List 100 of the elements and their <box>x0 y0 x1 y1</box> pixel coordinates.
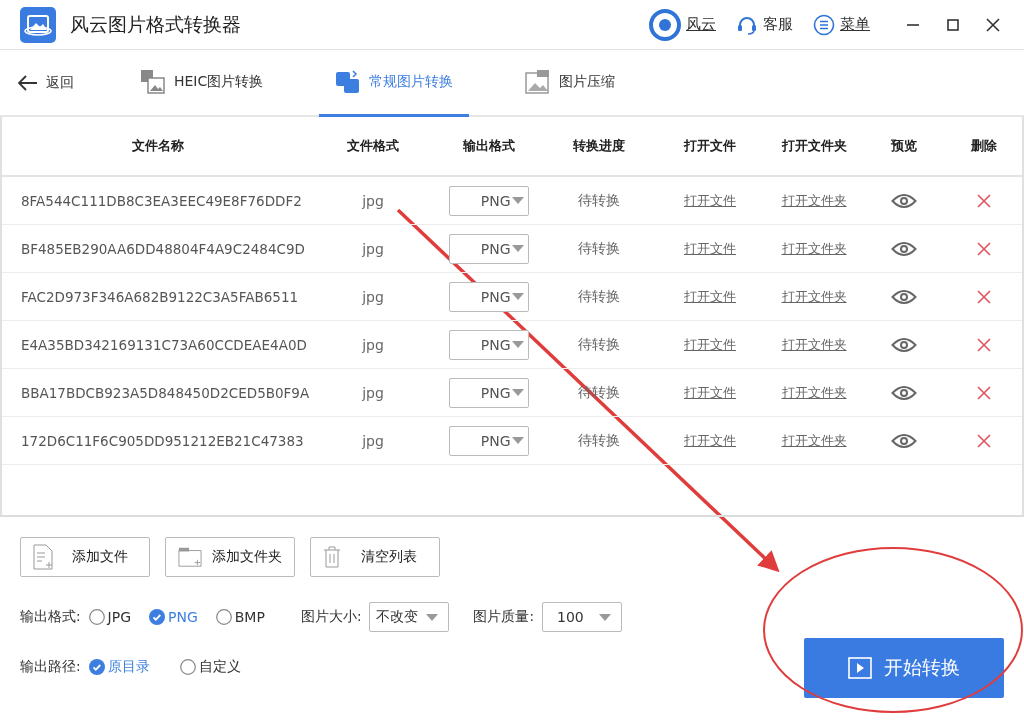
radio-icon <box>88 609 105 625</box>
file-format: jpg <box>362 288 384 305</box>
caret-icon <box>426 613 439 621</box>
file-name: BBA17BDCB923A5D848450D2CED5B0F9A <box>20 384 311 401</box>
add-file-icon <box>33 544 53 570</box>
file-name: BF485EB290AA6DD48804F4A9C2484C9D <box>20 240 306 257</box>
support-link[interactable]: 客服 <box>736 13 793 36</box>
path-radio[interactable]: 原目录 <box>88 658 150 676</box>
column-header: 预览 <box>890 137 917 155</box>
radio-icon <box>215 609 232 625</box>
option-label: 图片大小: <box>300 608 362 626</box>
column-header: 文件格式 <box>347 137 399 155</box>
open-file-link[interactable]: 打开文件 <box>684 383 736 402</box>
progress-status: 待转换 <box>578 287 620 306</box>
output-format-select[interactable]: PNG <box>448 281 529 312</box>
format-radio[interactable]: JPG <box>88 609 131 625</box>
open-folder-link[interactable]: 打开文件夹 <box>781 287 847 306</box>
option-label: 图片质量: <box>473 608 534 626</box>
file-format: jpg <box>362 240 384 257</box>
delete-button[interactable] <box>976 433 991 448</box>
delete-button[interactable] <box>976 193 991 208</box>
preview-button[interactable] <box>890 383 917 402</box>
menu-link[interactable]: 菜单 <box>813 13 870 36</box>
delete-button[interactable] <box>976 337 991 352</box>
delete-button[interactable] <box>976 241 991 256</box>
caret-icon <box>599 613 611 621</box>
delete-button[interactable] <box>976 385 991 400</box>
output-format-select[interactable]: PNG <box>448 377 529 408</box>
play-icon <box>848 657 872 679</box>
maximize-icon <box>946 17 960 32</box>
back-button[interactable]: 返回 <box>18 50 74 115</box>
progress-status: 待转换 <box>578 191 620 210</box>
open-file-link[interactable]: 打开文件 <box>684 335 736 354</box>
column-header: 打开文件 <box>684 137 736 155</box>
clear-list-button[interactable]: 清空列表 <box>310 537 440 577</box>
file-name: FAC2D973F346A682B9122C3A5FAB6511 <box>20 288 300 305</box>
open-folder-link[interactable]: 打开文件夹 <box>781 191 847 210</box>
file-format: jpg <box>362 432 384 449</box>
file-name: 8FA544C111DB8C3EA3EEC49E8F76DDF2 <box>20 192 303 209</box>
option-label: 输出路径: <box>20 658 81 676</box>
app-logo-icon <box>20 6 56 43</box>
tab[interactable]: 图片压缩 <box>509 50 632 117</box>
tab[interactable]: HEIC图片转换 <box>124 50 280 117</box>
add-folder-icon <box>178 546 202 568</box>
column-header: 删除 <box>970 137 997 155</box>
minimize-icon <box>907 23 919 26</box>
output-format-select[interactable]: PNG <box>448 425 529 456</box>
caret-icon <box>511 245 524 252</box>
window-title: 风云图片格式转换器 <box>70 11 242 37</box>
add-folder-button[interactable]: 添加文件夹 <box>165 537 295 577</box>
caret-icon <box>511 293 524 300</box>
preview-button[interactable] <box>890 431 917 450</box>
option-label: 输出格式: <box>20 608 81 626</box>
open-folder-link[interactable]: 打开文件夹 <box>781 239 847 258</box>
caret-icon <box>511 389 524 396</box>
radio-icon <box>179 659 196 675</box>
preview-button[interactable] <box>890 335 917 354</box>
file-name: E4A35BD342169131C73A60CCDEAE4A0D <box>20 336 308 353</box>
output-format-select[interactable]: PNG <box>448 329 529 360</box>
progress-status: 待转换 <box>578 431 620 450</box>
image-icon <box>525 69 552 95</box>
open-file-link[interactable]: 打开文件 <box>684 239 736 258</box>
preview-button[interactable] <box>890 191 917 210</box>
column-header: 打开文件夹 <box>781 137 847 155</box>
trash-icon <box>323 546 341 568</box>
caret-icon <box>511 197 524 204</box>
file-format: jpg <box>362 336 384 353</box>
column-header: 转换进度 <box>573 137 625 155</box>
output-format-select[interactable]: PNG <box>448 185 529 216</box>
open-folder-link[interactable]: 打开文件夹 <box>781 431 847 450</box>
path-radio[interactable]: 自定义 <box>179 658 241 676</box>
delete-button[interactable] <box>976 289 991 304</box>
open-folder-link[interactable]: 打开文件夹 <box>781 335 847 354</box>
column-header: 文件名称 <box>131 137 184 155</box>
close-icon <box>986 17 1000 32</box>
tab[interactable]: 常规图片转换 <box>319 50 470 117</box>
open-file-link[interactable]: 打开文件 <box>684 287 736 306</box>
format-radio[interactable]: BMP <box>215 609 265 625</box>
caret-icon <box>511 437 524 444</box>
checked-radio-icon <box>88 659 105 675</box>
file-format: jpg <box>362 192 384 209</box>
checked-radio-icon <box>149 609 165 625</box>
output-format-select[interactable]: PNG <box>448 233 529 264</box>
image-size-select[interactable]: 不改变 <box>369 602 450 632</box>
format-radio[interactable]: PNG <box>149 609 198 625</box>
open-folder-link[interactable]: 打开文件夹 <box>781 383 847 402</box>
image-quality-select[interactable]: 100 <box>542 602 622 632</box>
account-link[interactable]: 风云 <box>649 8 716 41</box>
convert-icon <box>335 69 362 95</box>
progress-status: 待转换 <box>578 335 620 354</box>
preview-button[interactable] <box>890 239 917 258</box>
start-convert-button[interactable]: 开始转换 <box>804 638 1004 698</box>
file-format: jpg <box>362 384 384 401</box>
image-icon <box>140 69 166 95</box>
open-file-link[interactable]: 打开文件 <box>684 191 736 210</box>
caret-icon <box>511 341 524 348</box>
user-circle-icon <box>649 8 681 41</box>
add-file-button[interactable]: 添加文件 <box>20 537 150 577</box>
preview-button[interactable] <box>890 287 917 306</box>
open-file-link[interactable]: 打开文件 <box>684 431 736 450</box>
